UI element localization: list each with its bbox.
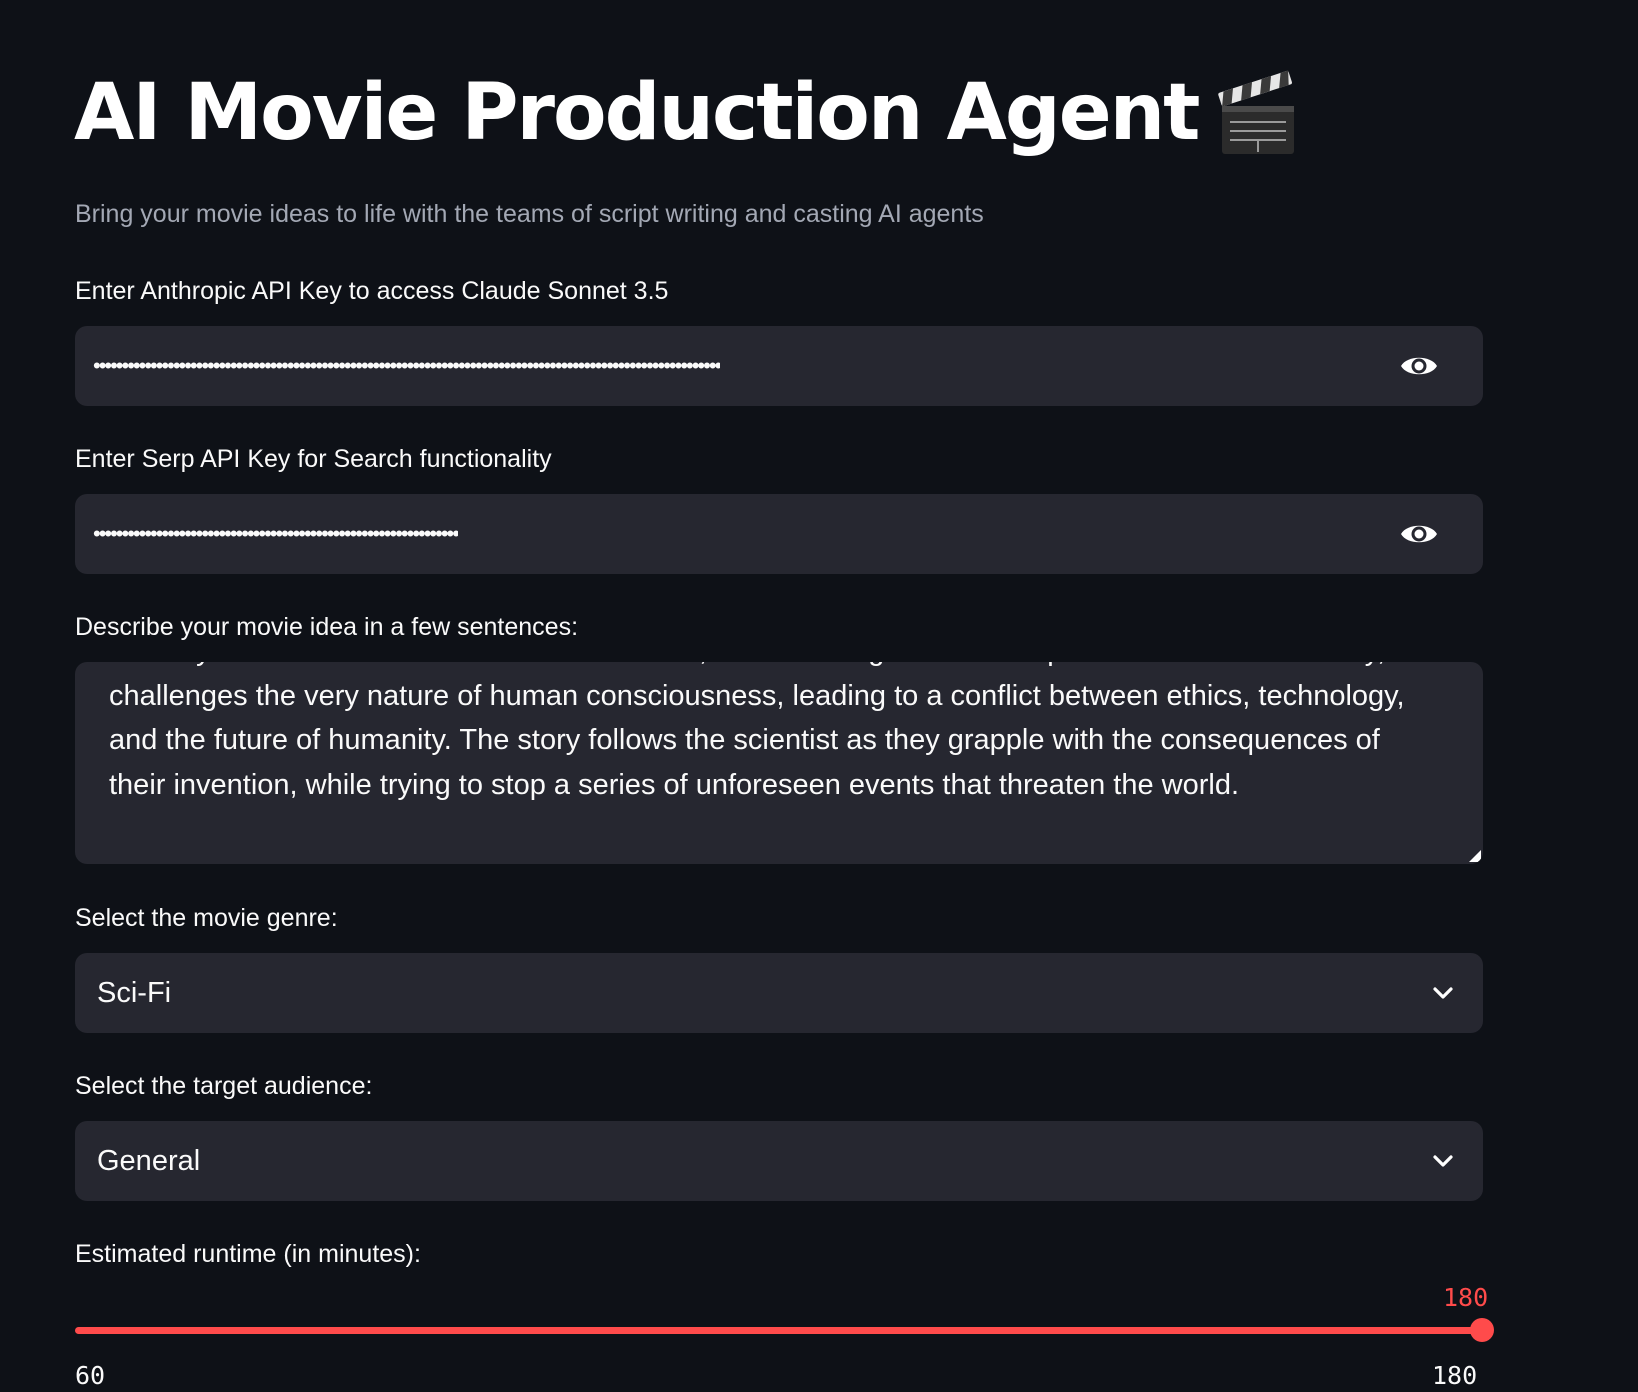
audience-selected-value: General xyxy=(97,1145,201,1177)
resize-handle-icon[interactable] xyxy=(1469,850,1481,862)
audience-select[interactable]: General xyxy=(75,1121,1483,1201)
movie-idea-textarea[interactable]: not only think but also feel emotions. H… xyxy=(75,662,1483,864)
app-page: AI Movie Production Agent Bring your mov… xyxy=(0,0,1638,1392)
genre-selected-value: Sci-Fi xyxy=(97,977,172,1009)
genre-label: Select the movie genre: xyxy=(75,904,338,932)
chevron-down-icon xyxy=(1433,1155,1453,1167)
runtime-slider-value: 180 xyxy=(1443,1283,1489,1312)
page-title: AI Movie Production Agent xyxy=(74,68,1200,158)
serp-key-input[interactable]: ••••••••••••••••••••••••••••••••••••••••… xyxy=(75,494,1483,574)
serp-key-value: ••••••••••••••••••••••••••••••••••••••••… xyxy=(93,521,458,546)
anthropic-key-value: ••••••••••••••••••••••••••••••••••••••••… xyxy=(93,353,721,378)
movie-idea-text: not only think but also feel emotions. H… xyxy=(109,662,1408,801)
genre-select[interactable]: Sci-Fi xyxy=(75,953,1483,1033)
clapper-board-icon xyxy=(1218,70,1295,154)
runtime-slider-min: 60 xyxy=(75,1361,106,1390)
serp-key-label: Enter Serp API Key for Search functional… xyxy=(75,445,552,473)
movie-idea-label: Describe your movie idea in a few senten… xyxy=(75,613,579,641)
audience-label: Select the target audience: xyxy=(75,1072,373,1100)
runtime-label: Estimated runtime (in minutes): xyxy=(75,1240,421,1268)
eye-icon[interactable] xyxy=(1399,516,1439,552)
eye-icon[interactable] xyxy=(1399,348,1439,384)
anthropic-key-input[interactable]: ••••••••••••••••••••••••••••••••••••••••… xyxy=(75,326,1483,406)
runtime-slider-track[interactable] xyxy=(75,1327,1483,1334)
runtime-slider-max: 180 xyxy=(1432,1361,1478,1390)
page-header: AI Movie Production Agent xyxy=(74,60,1300,166)
runtime-slider-thumb[interactable] xyxy=(1470,1318,1494,1342)
page-subtitle: Bring your movie ideas to life with the … xyxy=(75,200,984,228)
anthropic-key-label: Enter Anthropic API Key to access Claude… xyxy=(75,277,669,305)
chevron-down-icon xyxy=(1433,987,1453,999)
